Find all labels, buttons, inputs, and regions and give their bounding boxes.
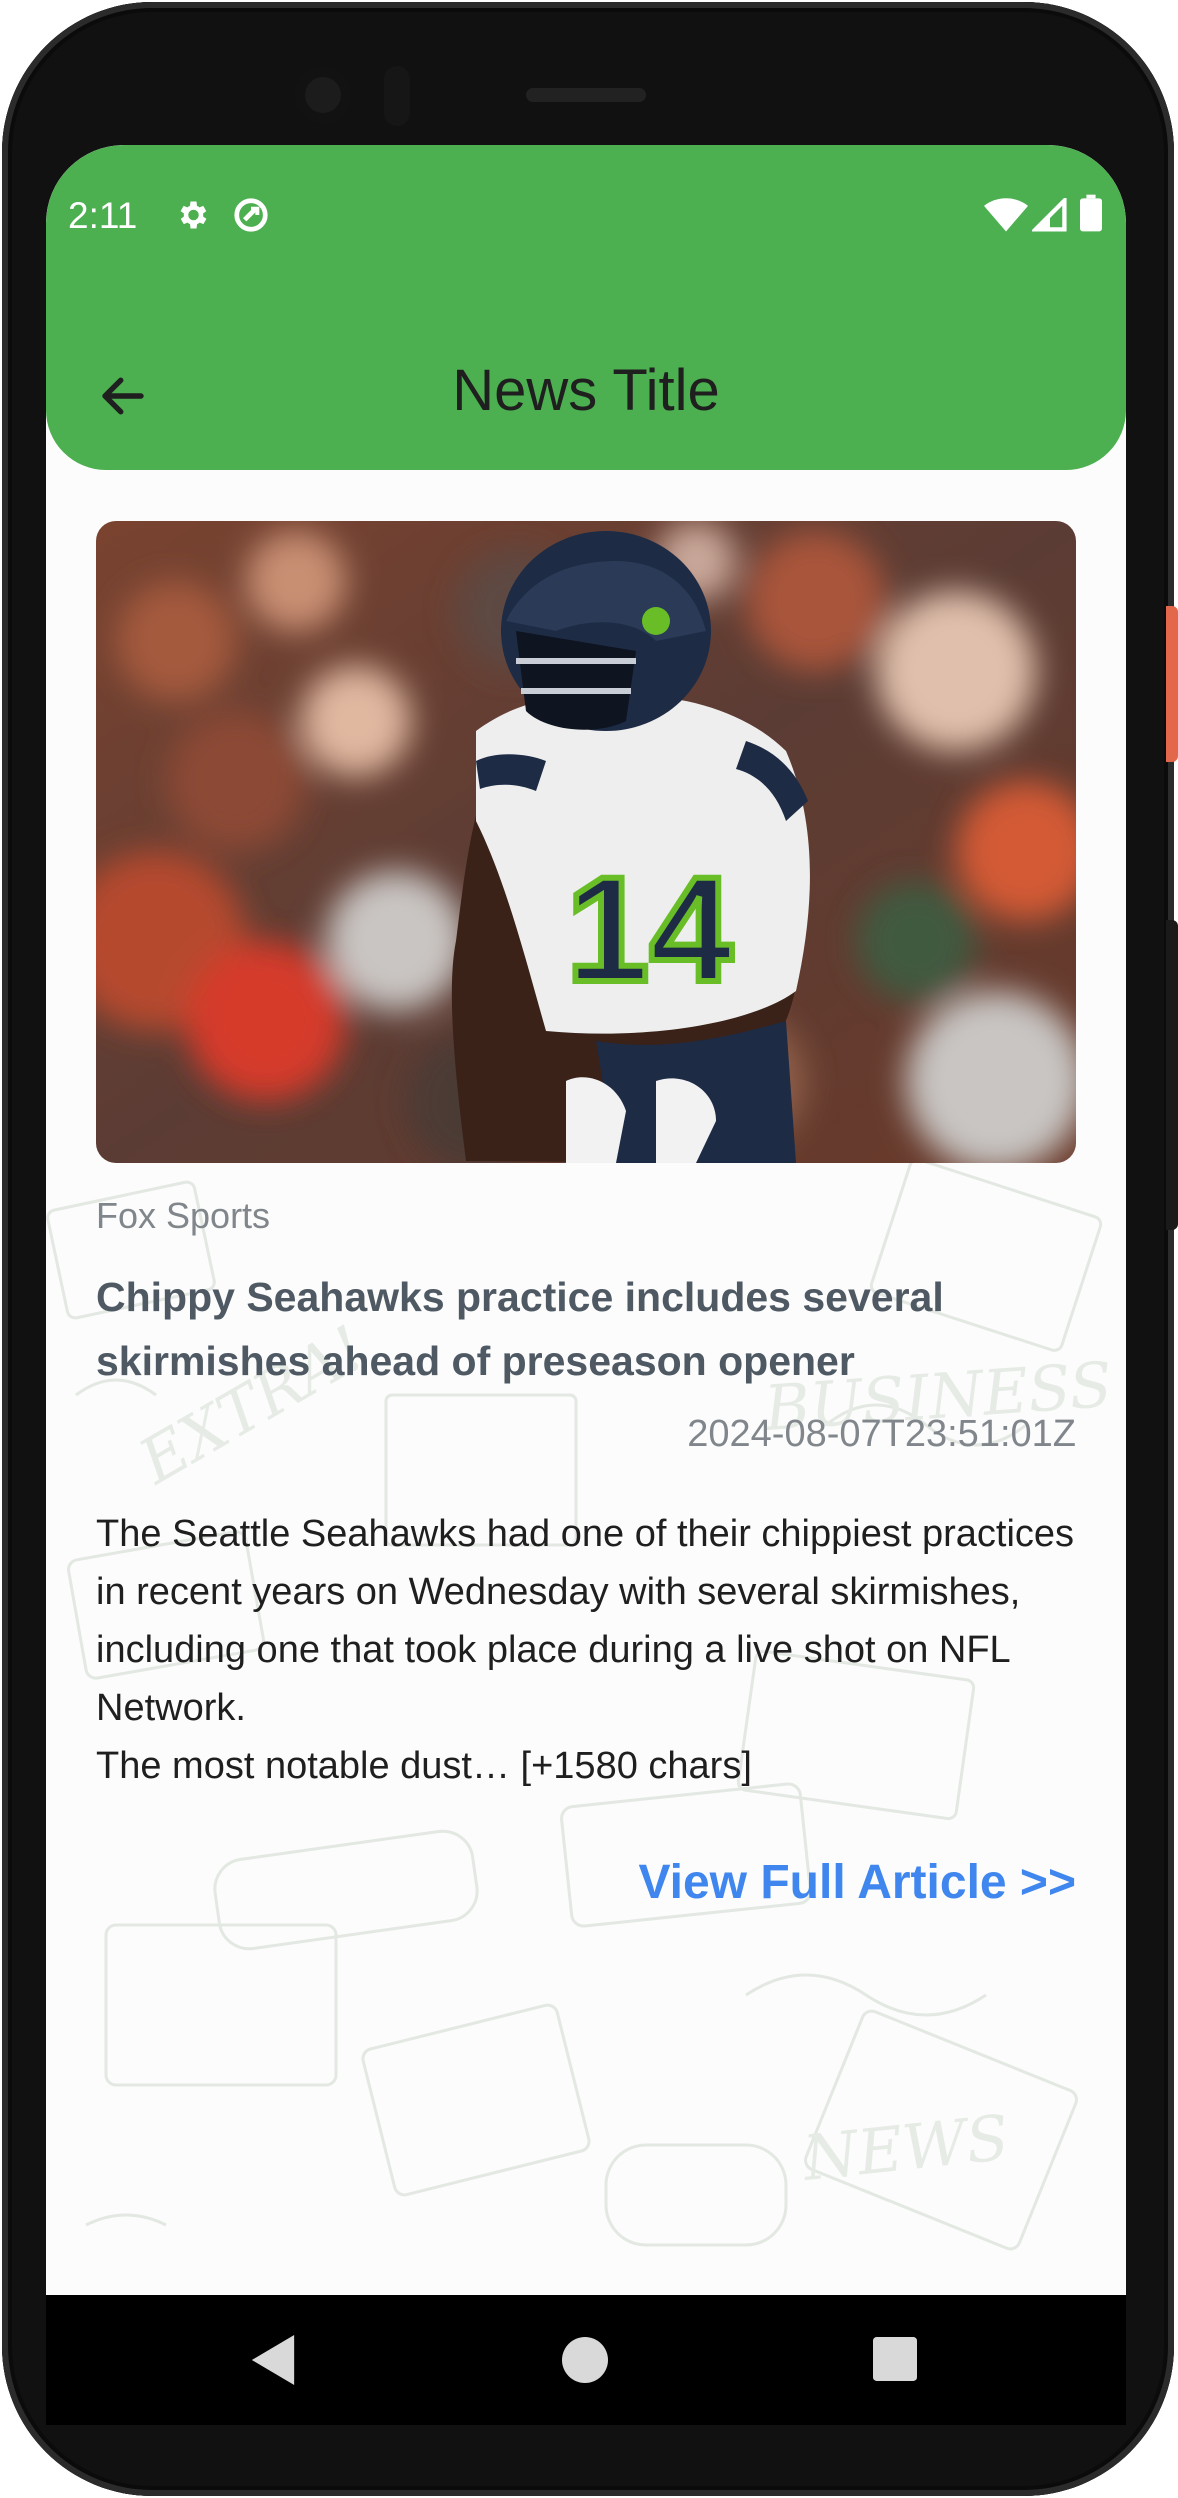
recents-square-icon[interactable] [873, 2337, 917, 2386]
battery-icon [1080, 194, 1102, 237]
proximity-sensor [384, 66, 410, 126]
gear-icon [174, 197, 210, 238]
app-bar: 2:11 News Title [46, 145, 1126, 470]
article-description: The Seattle Seahawks had one of their ch… [96, 1505, 1086, 1795]
back-triangle-icon[interactable] [251, 2335, 295, 2390]
wifi-icon [984, 198, 1028, 237]
home-circle-icon[interactable] [562, 2337, 608, 2388]
page-title: News Title [452, 358, 720, 423]
description-paragraph: The Seattle Seahawks had one of their ch… [96, 1513, 1075, 1729]
signal-icon [1030, 195, 1068, 237]
app-screen: BUSINESS BUSINESS NEWS EXTRA! 2:11 News … [46, 145, 1126, 2295]
svg-text:NEWS: NEWS [798, 2101, 1012, 2195]
football-player-illustration: 14 [96, 521, 1076, 1163]
article-source: Fox Sports [96, 1195, 271, 1236]
front-camera [295, 67, 351, 123]
system-nav-bar [46, 2295, 1126, 2425]
sync-icon [232, 196, 270, 239]
view-full-article-link[interactable]: View Full Article >> [638, 1855, 1076, 1910]
volume-button [1166, 920, 1178, 1230]
status-time: 2:11 [68, 195, 138, 236]
article-headline: Chippy Seahawks practice includes severa… [96, 1274, 944, 1384]
description-truncated: The most notable dust… [+1580 chars] [96, 1745, 752, 1787]
earpiece-speaker [526, 88, 646, 102]
power-button [1166, 606, 1178, 762]
jersey-number: 14 [566, 845, 733, 1013]
article-timestamp: 2024-08-07T23:51:01Z [687, 1413, 1076, 1455]
article-image: 14 [96, 521, 1076, 1163]
